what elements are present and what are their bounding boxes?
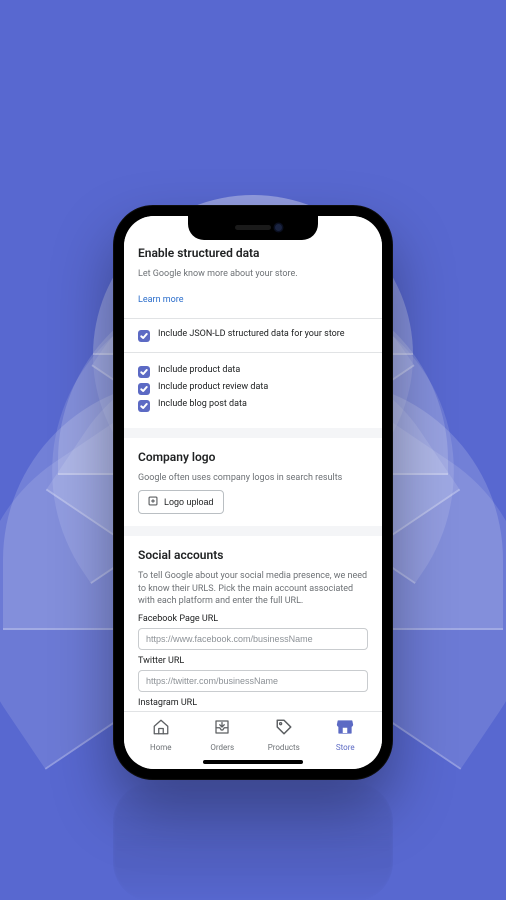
- checkbox-product-data[interactable]: Include product data: [138, 363, 368, 380]
- social-desc: To tell Google about your social media p…: [138, 570, 368, 608]
- checkbox-label: Include JSON-LD structured data for your…: [158, 329, 345, 339]
- logo-upload-label: Logo upload: [164, 497, 214, 507]
- company-logo-desc: Google often uses company logos in searc…: [138, 472, 368, 485]
- section-structured-data: Enable structured data Let Google know m…: [124, 216, 382, 428]
- upload-icon: [148, 496, 158, 508]
- tab-store[interactable]: Store: [315, 718, 377, 752]
- structured-data-desc: Let Google know more about your store.: [138, 268, 368, 281]
- phone-frame: Enable structured data Let Google know m…: [113, 205, 393, 780]
- twitter-label: Twitter URL: [138, 656, 368, 666]
- checkmark-icon: [138, 330, 150, 342]
- checkbox-blog-post-data[interactable]: Include blog post data: [138, 397, 368, 414]
- instagram-label: Instagram URL: [138, 698, 368, 708]
- checkbox-label: Include product review data: [158, 382, 268, 392]
- tab-orders[interactable]: Orders: [192, 718, 254, 752]
- phone-notch: [188, 216, 318, 240]
- phone-reflection: [113, 782, 393, 900]
- phone-screen: Enable structured data Let Google know m…: [124, 216, 382, 769]
- store-icon: [336, 718, 354, 740]
- checkbox-json-ld[interactable]: Include JSON-LD structured data for your…: [124, 319, 382, 352]
- twitter-url-input[interactable]: [138, 670, 368, 692]
- checkmark-icon: [138, 383, 150, 395]
- learn-more-link[interactable]: Learn more: [138, 295, 184, 305]
- company-logo-title: Company logo: [138, 450, 368, 464]
- checkbox-label: Include product data: [158, 365, 240, 375]
- tag-icon: [275, 718, 293, 740]
- tab-home[interactable]: Home: [130, 718, 192, 752]
- tab-label: Home: [150, 743, 172, 752]
- tab-products[interactable]: Products: [253, 718, 315, 752]
- inbox-icon: [213, 718, 231, 740]
- facebook-label: Facebook Page URL: [138, 614, 368, 624]
- checkmark-icon: [138, 366, 150, 378]
- home-indicator: [203, 760, 303, 764]
- scroll-content[interactable]: Enable structured data Let Google know m…: [124, 216, 382, 711]
- facebook-url-input[interactable]: [138, 628, 368, 650]
- tab-label: Products: [268, 743, 300, 752]
- checkbox-label: Include blog post data: [158, 399, 247, 409]
- section-social-accounts: Social accounts To tell Google about you…: [124, 536, 382, 711]
- tab-label: Store: [336, 743, 355, 752]
- tab-label: Orders: [210, 743, 234, 752]
- logo-upload-button[interactable]: Logo upload: [138, 490, 224, 514]
- social-title: Social accounts: [138, 548, 368, 562]
- checkmark-icon: [138, 400, 150, 412]
- home-icon: [152, 718, 170, 740]
- checkbox-product-review-data[interactable]: Include product review data: [138, 380, 368, 397]
- section-company-logo: Company logo Google often uses company l…: [124, 438, 382, 527]
- structured-data-title: Enable structured data: [138, 246, 368, 260]
